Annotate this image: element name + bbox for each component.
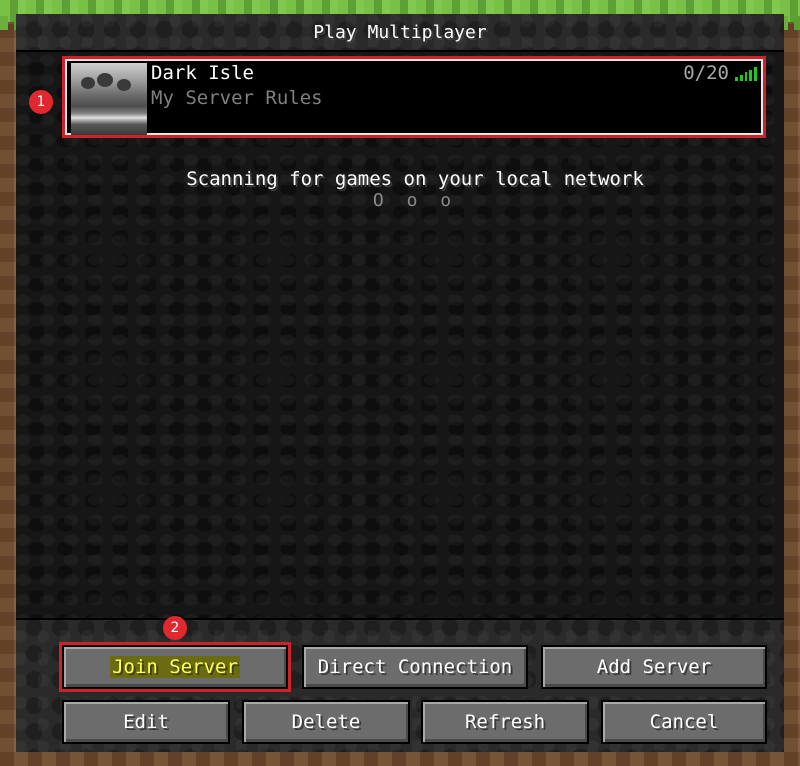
tree-shape	[117, 79, 131, 91]
delete-button[interactable]: Delete	[242, 700, 410, 744]
annotation-badge-1: 1	[29, 90, 53, 114]
annotation-badge-2: 2	[163, 616, 187, 640]
signal-bar	[735, 77, 738, 81]
signal-bars-icon	[735, 67, 757, 81]
player-count: 0/20	[683, 62, 729, 84]
scanning-dots: O o o	[372, 190, 458, 211]
signal-bar	[754, 67, 757, 81]
refresh-button[interactable]: Refresh	[421, 700, 589, 744]
signal-bar	[739, 75, 743, 81]
tree-shape	[81, 77, 95, 89]
signal-bar	[744, 72, 748, 81]
edit-button[interactable]: Edit	[62, 700, 230, 744]
server-motd: My Server Rules	[151, 87, 323, 109]
server-entry[interactable]: Dark Isle My Server Rules 0/20	[62, 56, 766, 138]
lan-scanning-text: Scanning for games on your local network	[186, 168, 644, 190]
add-server-button[interactable]: Add Server	[541, 645, 767, 689]
cancel-button[interactable]: Cancel	[601, 700, 767, 744]
direct-connection-button[interactable]: Direct Connection	[302, 645, 528, 689]
join-server-button[interactable]: Join Server	[59, 642, 291, 692]
join-server-label: Join Server	[110, 656, 240, 678]
server-icon	[71, 63, 147, 135]
tree-shape	[97, 73, 113, 87]
signal-bar	[749, 70, 753, 81]
screen-title: Play Multiplayer	[313, 22, 487, 43]
server-name: Dark Isle	[151, 62, 254, 84]
